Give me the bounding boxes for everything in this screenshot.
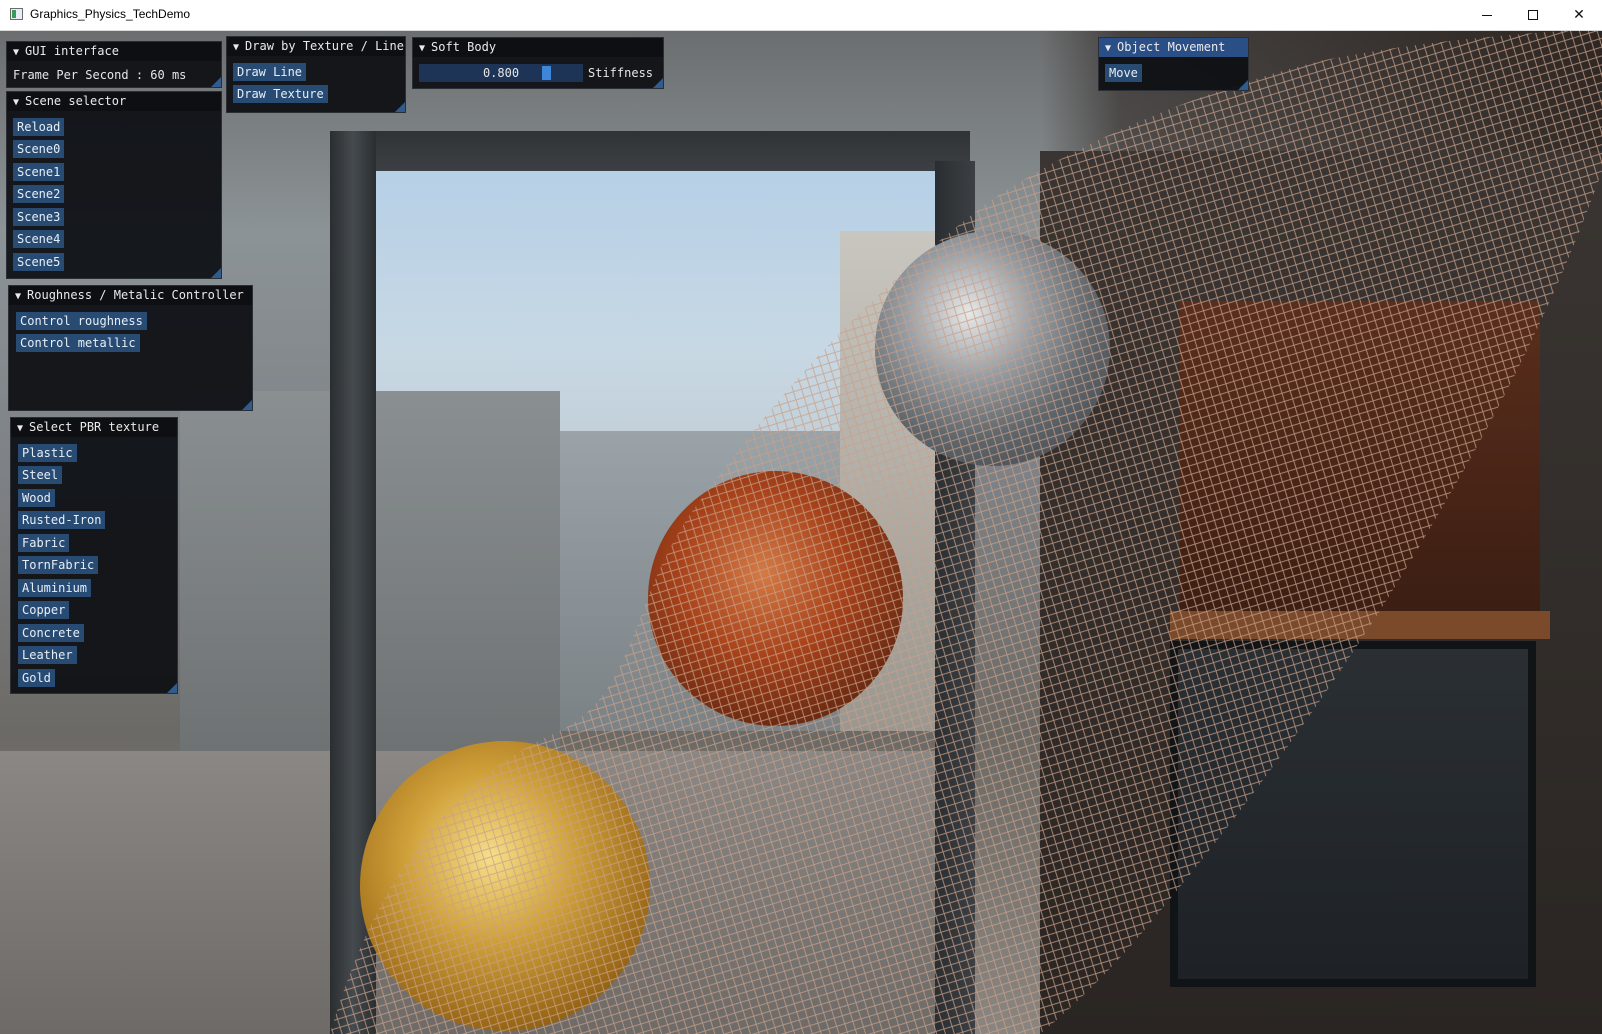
maximize-button[interactable] [1510,0,1556,30]
triangle-down-icon[interactable]: ▼ [233,38,239,57]
gui-interface-panel[interactable]: ▼ GUI interface Frame Per Second : 60 ms [6,41,222,88]
panel-header[interactable]: ▼ Draw by Texture / Line [227,37,405,56]
scene5-button[interactable]: Scene5 [13,253,65,271]
stiffness-slider[interactable]: 0.800 [419,64,583,82]
window-titlebar[interactable]: Graphics_Physics_TechDemo ✕ [0,0,1602,31]
texture-plastic-button[interactable]: Plastic [18,444,77,462]
soft-body-panel[interactable]: ▼ Soft Body 0.800 Stiffness [412,37,664,89]
draw-texture-button[interactable]: Draw Texture [233,85,328,103]
texture-copper-button[interactable]: Copper [18,601,70,619]
app-window-icon [10,8,23,20]
panel-header[interactable]: ▼ GUI interface [7,42,221,61]
triangle-down-icon[interactable]: ▼ [15,287,21,306]
scene1-button[interactable]: Scene1 [13,163,65,181]
panel-title: Select PBR texture [29,420,160,434]
scene0-button[interactable]: Scene0 [13,140,65,158]
panel-header[interactable]: ▼ Roughness / Metalic Controller [9,286,252,305]
roughness-metalic-panel[interactable]: ▼ Roughness / Metalic Controller Control … [8,285,253,411]
texture-concrete-button[interactable]: Concrete [18,624,84,642]
pbr-texture-panel[interactable]: ▼ Select PBR texture Plastic Steel Wood R… [10,417,178,694]
panel-title: Roughness / Metalic Controller [27,288,244,302]
triangle-down-icon[interactable]: ▼ [17,419,23,438]
minimize-icon [1482,14,1492,16]
scene2-button[interactable]: Scene2 [13,185,65,203]
triangle-down-icon[interactable]: ▼ [13,93,19,112]
render-viewport[interactable] [0,31,1602,1034]
panel-title: Draw by Texture / Line [245,39,404,53]
window-title: Graphics_Physics_TechDemo [30,7,191,21]
slider-grab-handle[interactable] [542,66,552,80]
triangle-down-icon[interactable]: ▼ [419,39,425,58]
texture-tornfabric-button[interactable]: TornFabric [18,556,99,574]
move-button[interactable]: Move [1105,64,1142,82]
soft-body-cloth-mesh [330,31,1602,1034]
minimize-button[interactable] [1464,0,1510,30]
draw-mode-panel[interactable]: ▼ Draw by Texture / Line Draw Line Draw T… [226,36,406,113]
triangle-down-icon[interactable]: ▼ [1105,39,1111,58]
panel-header[interactable]: ▼ Scene selector [7,92,221,111]
fps-readout: Frame Per Second : 60 ms [13,68,187,82]
panel-header[interactable]: ▼ Soft Body [413,38,663,57]
control-metallic-button[interactable]: Control metallic [16,334,140,352]
texture-leather-button[interactable]: Leather [18,646,77,664]
stiffness-value: 0.800 [482,66,520,80]
texture-gold-button[interactable]: Gold [18,669,55,687]
draw-line-button[interactable]: Draw Line [233,63,307,81]
texture-wood-button[interactable]: Wood [18,489,55,507]
object-movement-panel[interactable]: ▼ Object Movement Move [1098,37,1249,91]
maximize-icon [1528,10,1538,20]
stiffness-label: Stiffness [588,66,654,80]
scene3-button[interactable]: Scene3 [13,208,65,226]
reload-button[interactable]: Reload [13,118,65,136]
scene4-button[interactable]: Scene4 [13,230,65,248]
panel-header[interactable]: ▼ Object Movement [1099,38,1248,57]
texture-rusted-iron-button[interactable]: Rusted-Iron [18,511,106,529]
panel-header[interactable]: ▼ Select PBR texture [11,418,177,437]
panel-title: Object Movement [1117,40,1226,54]
triangle-down-icon[interactable]: ▼ [13,43,19,62]
panel-title: GUI interface [25,44,119,58]
close-button[interactable]: ✕ [1556,0,1602,30]
texture-fabric-button[interactable]: Fabric [18,534,70,552]
close-icon: ✕ [1573,7,1585,23]
control-roughness-button[interactable]: Control roughness [16,312,147,330]
scene-selector-panel[interactable]: ▼ Scene selector Reload Scene0 Scene1 Sce… [6,91,222,279]
texture-aluminium-button[interactable]: Aluminium [18,579,92,597]
texture-steel-button[interactable]: Steel [18,466,63,484]
panel-title: Soft Body [431,40,497,54]
panel-title: Scene selector [25,94,127,108]
